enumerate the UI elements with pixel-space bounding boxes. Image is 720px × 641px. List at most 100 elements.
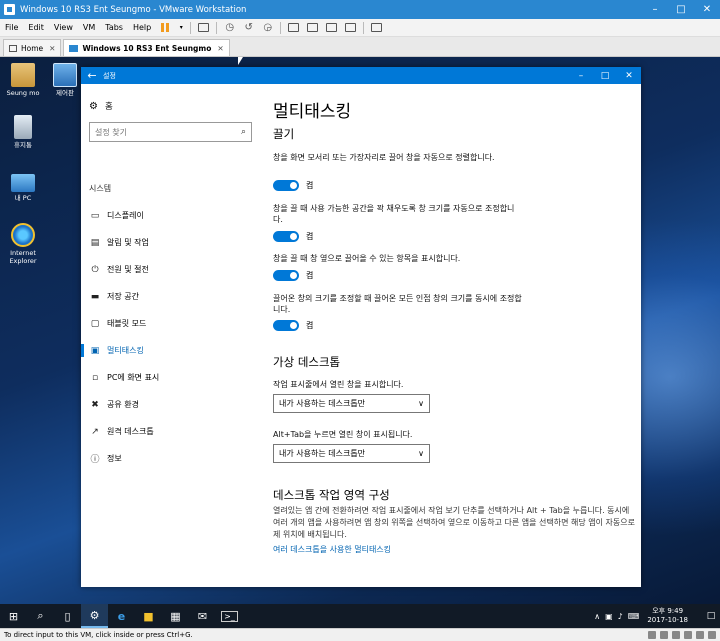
taskbar-edge-button[interactable]: e [108,604,135,628]
console-view-button[interactable] [369,21,384,34]
revert-icon: ↺ [244,22,253,33]
taskbar-cmd-button[interactable]: >_ [216,604,243,628]
nav-item-label: 원격 데스크톱 [107,427,154,436]
full-screen-button[interactable] [324,21,339,34]
sound-icon[interactable] [696,631,704,639]
gear-icon: ⚙ [89,608,100,622]
nav-item-remote-desktop[interactable]: ↗ 원격 데스크톱 [81,418,261,445]
search-icon[interactable]: ⌕ [241,127,246,137]
desktop-icon-label: Seung mo [6,89,40,97]
toggle-state-label: 켬 [306,232,314,241]
nav-item-label: PC에 화면 표시 [107,373,160,382]
tab-home[interactable]: Home ✕ [3,39,62,56]
snap-windows-toggle[interactable] [273,180,299,191]
start-button[interactable]: ⊞ [0,604,27,628]
nav-item-notifications[interactable]: ▤ 알림 및 작업 [81,229,261,256]
settings-title-bar[interactable]: ← 설정 – □ ✕ [81,67,641,84]
desktop-icon-internet-explorer[interactable]: Internet Explorer [1,223,45,265]
nav-home[interactable]: ⚙ 홈 [89,100,113,113]
snap-adjacent-resize-toggle[interactable] [273,320,299,331]
network-icon[interactable]: ▣ [605,612,613,621]
pause-button[interactable] [158,21,173,34]
vmware-tab-strip: Home ✕ Windows 10 RS3 Ent Seungmo ✕ [0,37,720,57]
close-icon[interactable]: ✕ [617,71,641,81]
display-icon[interactable] [708,631,716,639]
nav-item-shared-experiences[interactable]: ✖ 공유 환경 [81,391,261,418]
settings-search-input[interactable] [95,127,235,137]
vmware-menu-bar: File Edit View VM Tabs Help ▾ ◷ ↺ ◶ [0,19,720,37]
desktop-icon-this-pc[interactable]: 내 PC [1,170,45,202]
vmware-status-bar: To direct input to this VM, click inside… [0,628,720,641]
maximize-icon[interactable]: □ [593,71,617,81]
nav-item-multitasking[interactable]: ▣ 멀티태스킹 [81,337,261,364]
network-adapter-icon[interactable] [672,631,680,639]
hard-disk-icon[interactable] [648,631,656,639]
clock[interactable]: 오후 9:49 2017-10-18 [647,607,688,625]
taskbar-explorer-button[interactable]: ■ [135,604,162,628]
back-arrow-icon[interactable]: ← [81,69,103,82]
display-icon: ▭ [90,210,100,221]
nav-item-display[interactable]: ▭ 디스플레이 [81,202,261,229]
pause-dropdown-icon[interactable]: ▾ [177,21,185,34]
snapshot-manager-button[interactable]: ◶ [260,21,275,34]
nav-item-info[interactable]: ⓘ 정보 [81,445,261,472]
notifications-icon: ▤ [90,237,100,248]
unity-button[interactable] [343,21,358,34]
desktop-icon-recycle-bin[interactable]: 휴지통 [1,115,45,149]
section-heading-configure: 데스크톱 작업 영역 구성 [273,488,390,502]
usb-icon[interactable] [684,631,692,639]
tab-close-icon[interactable]: ✕ [217,44,223,53]
settings-search-box[interactable]: ⌕ [89,122,252,142]
taskbar-settings-button[interactable]: ⚙ [81,604,108,628]
menu-tabs[interactable]: Tabs [100,23,128,32]
snap-assist-toggle[interactable] [273,270,299,281]
minimize-icon[interactable]: – [642,0,668,19]
settings-nav: ⚙ 홈 ⌕ 시스템 ▭ 디스플레이 ▤ 알림 및 작업 [81,84,261,587]
task-view-button[interactable]: ▯ [54,604,81,628]
tab-vm[interactable]: Windows 10 RS3 Ent Seungmo ✕ [63,39,230,56]
menu-vm[interactable]: VM [78,23,100,32]
tablet-mode-icon: ▢ [90,318,100,329]
nav-item-storage[interactable]: ▬ 저장 공간 [81,283,261,310]
revert-snapshot-button[interactable]: ↺ [241,21,256,34]
toolbar-separator [363,21,365,34]
task-view-icon: ▯ [64,609,71,623]
taskbar-store-button[interactable]: ▦ [162,604,189,628]
snap-resize-toggle[interactable] [273,231,299,242]
cd-drive-icon[interactable] [660,631,668,639]
menu-help[interactable]: Help [128,23,156,32]
send-ctrl-alt-del-button[interactable] [196,21,211,34]
thumbnail-button[interactable] [305,21,320,34]
menu-edit[interactable]: Edit [23,23,49,32]
alt-tab-windows-label: Alt+Tab을 누르면 열린 창이 표시됩니다. [273,430,413,439]
desktop-icon-user[interactable]: Seung mo [1,63,45,97]
close-icon[interactable]: ✕ [694,0,720,19]
multitasking-help-link[interactable]: 여러 데스크톱을 사용한 멀티태스킹 [273,544,391,555]
tab-label: Windows 10 RS3 Ent Seungmo [82,43,212,53]
tab-close-icon[interactable]: ✕ [49,44,55,53]
action-center-icon[interactable]: □ [702,611,720,621]
volume-icon[interactable]: ♪ [618,612,623,621]
taskbar-windows-dropdown[interactable]: 내가 사용하는 데스크톱만 ∨ [273,394,430,413]
vmware-title-bar[interactable]: Windows 10 RS3 Ent Seungmo - VMware Work… [0,0,720,19]
menu-view[interactable]: View [49,23,78,32]
nav-item-tablet-mode[interactable]: ▢ 태블릿 모드 [81,310,261,337]
unity-icon [345,23,357,32]
recycle-bin-icon [14,115,32,139]
control-panel-icon [53,63,77,87]
nav-item-project[interactable]: ▫ PC에 화면 표시 [81,364,261,391]
nav-item-power[interactable]: ⏻ 전원 및 절전 [81,256,261,283]
taskbar-mail-button[interactable]: ✉ [189,604,216,628]
maximize-icon[interactable]: □ [668,0,694,19]
guest-desktop[interactable]: Seung mo 제어판 휴지통 내 PC Internet Explorer … [0,57,720,628]
minimize-icon[interactable]: – [569,71,593,81]
alt-tab-windows-dropdown[interactable]: 내가 사용하는 데스크톱만 ∨ [273,444,430,463]
snap-toggle-row: 켬 [273,231,313,242]
nav-item-label: 태블릿 모드 [107,319,147,328]
show-library-button[interactable] [286,21,301,34]
search-button[interactable]: ⌕ [27,604,54,628]
snapshot-button[interactable]: ◷ [222,21,237,34]
show-hidden-icons-icon[interactable]: ∧ [594,612,600,621]
menu-file[interactable]: File [0,23,23,32]
language-icon[interactable]: ⌨ [628,612,640,621]
